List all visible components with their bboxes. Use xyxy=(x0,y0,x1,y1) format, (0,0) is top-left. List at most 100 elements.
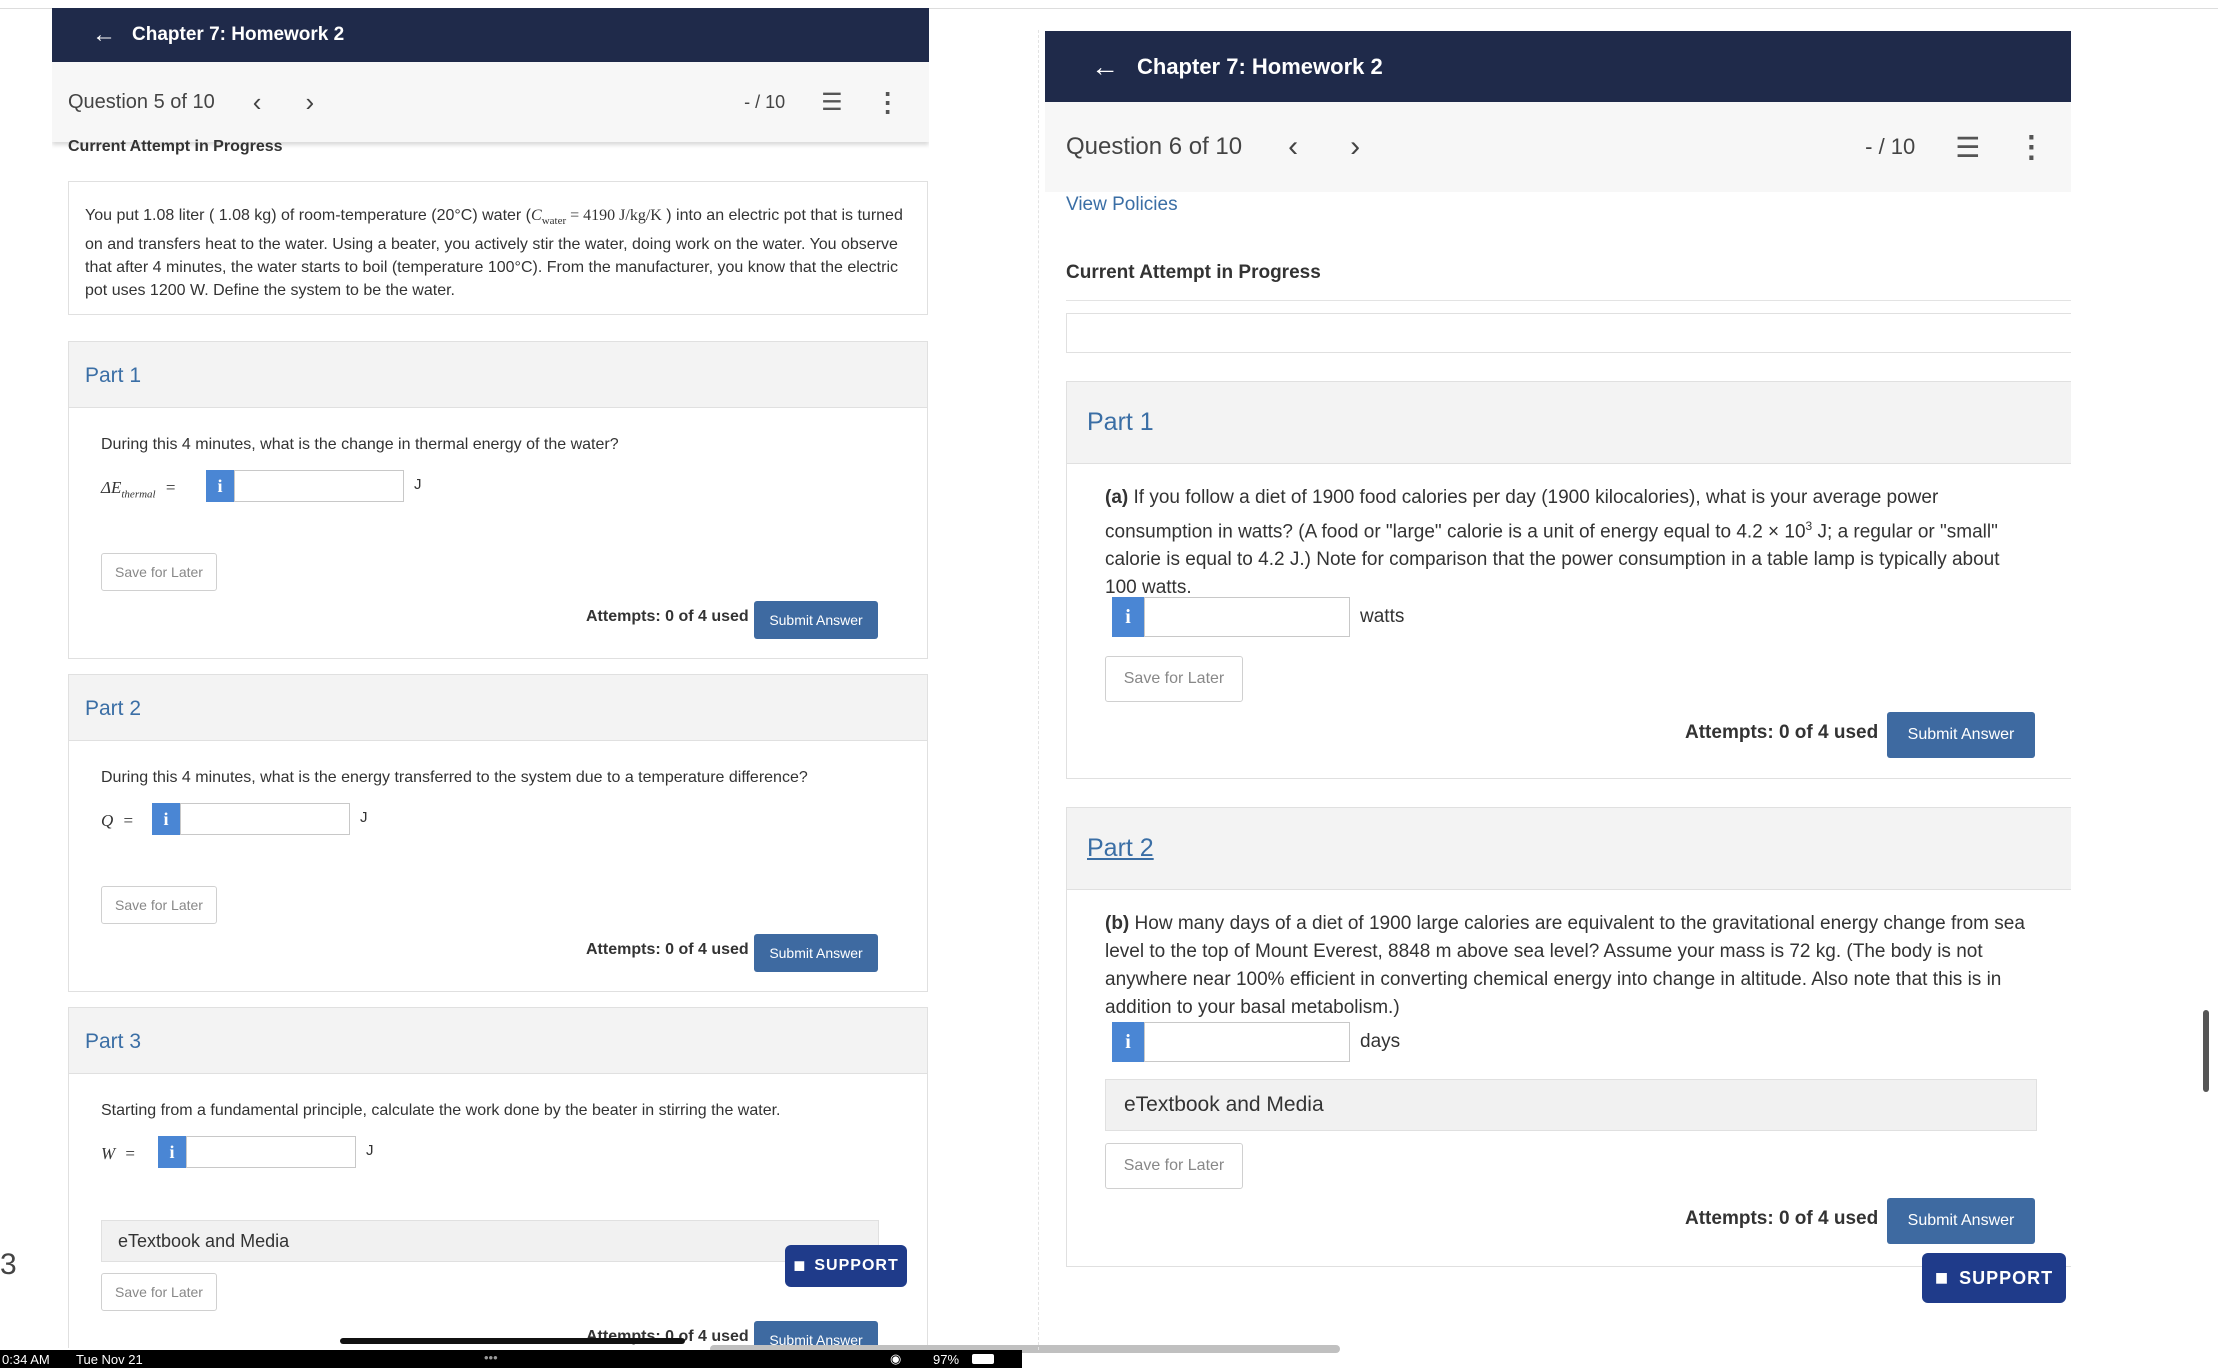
chevron-right-icon[interactable]: › xyxy=(305,87,314,118)
save-for-later-button[interactable]: Save for Later xyxy=(101,553,217,591)
question-list-icon[interactable]: ☰ xyxy=(1955,131,1980,164)
answer-input[interactable] xyxy=(180,803,350,835)
part-header: Part 2 xyxy=(1067,808,2071,890)
etextbook-label: eTextbook and Media xyxy=(118,1231,290,1251)
answer-variable: Q = xyxy=(101,811,134,830)
vertical-scrollbar[interactable] xyxy=(2203,1010,2209,1092)
right-header-bar: ← Chapter 7: Homework 2 xyxy=(1045,31,2071,102)
part-question: (b) How many days of a diet of 1900 larg… xyxy=(1105,913,2025,1018)
attempts-counter: Attempts: 0 of 4 used xyxy=(586,941,749,958)
save-for-later-button[interactable]: Save for Later xyxy=(101,886,217,924)
chat-icon: ■ xyxy=(1934,1265,1950,1290)
status-dots: ••• xyxy=(484,1350,498,1365)
unit-label: J xyxy=(366,1142,374,1159)
answer-variable: W = xyxy=(101,1144,136,1163)
status-date: Tue Nov 21 xyxy=(76,1352,143,1367)
left-header-bar: ← Chapter 7: Homework 2 xyxy=(52,8,929,62)
part-title: Part 1 xyxy=(1087,408,1154,436)
attempts-counter: Attempts: 0 of 4 used xyxy=(1685,722,1879,743)
battery-level: 97% xyxy=(933,1352,960,1367)
info-icon[interactable]: i xyxy=(1112,597,1144,637)
more-options-icon[interactable]: ⋮ xyxy=(2016,130,2046,165)
submit-answer-button[interactable]: Submit Answer xyxy=(754,1321,878,1348)
part-question: Starting from a fundamental principle, c… xyxy=(101,1102,781,1119)
info-icon[interactable]: i xyxy=(158,1136,186,1168)
attempt-status: Current Attempt in Progress xyxy=(1066,262,1321,283)
part-question: (a) If you follow a diet of 1900 food ca… xyxy=(1105,487,2000,599)
unit-label: J xyxy=(414,476,422,493)
part-question: During this 4 minutes, what is the chang… xyxy=(101,436,619,453)
part-title-link[interactable]: Part 2 xyxy=(1087,834,1154,863)
home-indicator xyxy=(340,1338,685,1344)
submit-answer-button[interactable]: Submit Answer xyxy=(754,601,878,639)
answer-input[interactable] xyxy=(186,1136,356,1168)
left-part-2: Part 2 During this 4 minutes, what is th… xyxy=(68,674,928,992)
left-question-panel: ← Chapter 7: Homework 2 Question 5 of 10… xyxy=(52,8,929,1348)
chevron-right-icon[interactable]: › xyxy=(1350,130,1360,164)
question-label: Question 6 of 10 xyxy=(1066,133,1243,160)
support-button[interactable]: ■ SUPPORT xyxy=(785,1245,907,1287)
answer-variable: ΔEthermal = xyxy=(101,478,176,501)
right-part-2: Part 2 (b) How many days of a diet of 19… xyxy=(1066,807,2071,1267)
left-question-nav: Question 5 of 10 ‹ › - / 10 ☰ ⋮ xyxy=(52,62,929,142)
unit-label: watts xyxy=(1360,606,1405,627)
info-icon[interactable]: i xyxy=(206,470,234,502)
question-list-icon[interactable]: ☰ xyxy=(821,88,843,117)
right-part-1: Part 1 (a) If you follow a diet of 1900 … xyxy=(1066,381,2071,779)
info-icon[interactable]: i xyxy=(152,803,180,835)
more-options-icon[interactable]: ⋮ xyxy=(875,87,901,118)
answer-input[interactable] xyxy=(1144,597,1350,637)
right-question-nav: Question 6 of 10 ‹ › - / 10 ☰ ⋮ xyxy=(1045,102,2071,192)
status-bar: 0:34 AM Tue Nov 21 ••• ◉ 97% xyxy=(0,1350,1022,1368)
answer-input[interactable] xyxy=(1144,1022,1350,1062)
panel-divider xyxy=(1038,30,1039,1350)
unit-label: J xyxy=(360,809,368,826)
edge-number: 3 xyxy=(0,1248,17,1281)
problem-statement-box xyxy=(1066,313,2071,353)
save-for-later-button[interactable]: Save for Later xyxy=(101,1273,217,1311)
problem-text: You put 1.08 liter ( 1.08 kg) of room-te… xyxy=(85,207,903,300)
question-score: - / 10 xyxy=(1865,134,1916,159)
save-for-later-button[interactable]: Save for Later xyxy=(1105,656,1243,702)
save-for-later-button[interactable]: Save for Later xyxy=(1105,1143,1243,1189)
back-arrow-icon[interactable]: ← xyxy=(1091,51,1119,83)
wifi-icon: ◉ xyxy=(890,1351,902,1366)
part-question: During this 4 minutes, what is the energ… xyxy=(101,769,808,786)
submit-answer-button[interactable]: Submit Answer xyxy=(1887,712,2035,758)
section-divider xyxy=(1066,300,2071,301)
unit-label: days xyxy=(1360,1031,1401,1052)
part-header: Part 3 xyxy=(69,1008,927,1074)
status-time: 0:34 AM xyxy=(2,1352,50,1367)
part-header: Part 2 xyxy=(69,675,927,741)
answer-input[interactable] xyxy=(234,470,404,502)
question-label: Question 5 of 10 xyxy=(68,90,215,113)
etextbook-media-bar[interactable]: eTextbook and Media xyxy=(1105,1079,2037,1131)
chevron-left-icon[interactable]: ‹ xyxy=(253,87,262,118)
part-title: Part 1 xyxy=(85,364,142,387)
view-policies-link[interactable]: View Policies xyxy=(1066,194,1178,216)
right-question-panel: ← Chapter 7: Homework 2 Question 6 of 10… xyxy=(1045,0,2071,1368)
question-score: - / 10 xyxy=(744,91,786,112)
attempt-status: Current Attempt in Progress xyxy=(68,138,283,155)
part-title: Part 2 xyxy=(85,697,142,720)
info-icon[interactable]: i xyxy=(1112,1022,1144,1062)
problem-statement: You put 1.08 liter ( 1.08 kg) of room-te… xyxy=(68,181,928,315)
attempts-counter: Attempts: 0 of 4 used xyxy=(586,608,749,625)
submit-answer-button[interactable]: Submit Answer xyxy=(754,934,878,972)
part-header: Part 1 xyxy=(69,342,927,408)
left-header-title: Chapter 7: Homework 2 xyxy=(132,24,345,45)
left-part-3: Part 3 Starting from a fundamental princ… xyxy=(68,1007,928,1348)
part-title: Part 3 xyxy=(85,1030,142,1053)
etextbook-label: eTextbook and Media xyxy=(1124,1093,1324,1116)
attempts-counter: Attempts: 0 of 4 used xyxy=(1685,1208,1879,1229)
submit-answer-button[interactable]: Submit Answer xyxy=(1887,1198,2035,1244)
right-header-title: Chapter 7: Homework 2 xyxy=(1137,53,1383,79)
support-button[interactable]: ■ SUPPORT xyxy=(1922,1253,2066,1303)
back-arrow-icon[interactable]: ← xyxy=(92,21,116,49)
battery-icon xyxy=(972,1354,994,1364)
etextbook-media-bar[interactable]: eTextbook and Media xyxy=(101,1220,879,1262)
part-header: Part 1 xyxy=(1067,382,2071,464)
chevron-left-icon[interactable]: ‹ xyxy=(1288,130,1298,164)
chat-icon: ■ xyxy=(793,1254,807,1277)
left-part-1: Part 1 During this 4 minutes, what is th… xyxy=(68,341,928,659)
